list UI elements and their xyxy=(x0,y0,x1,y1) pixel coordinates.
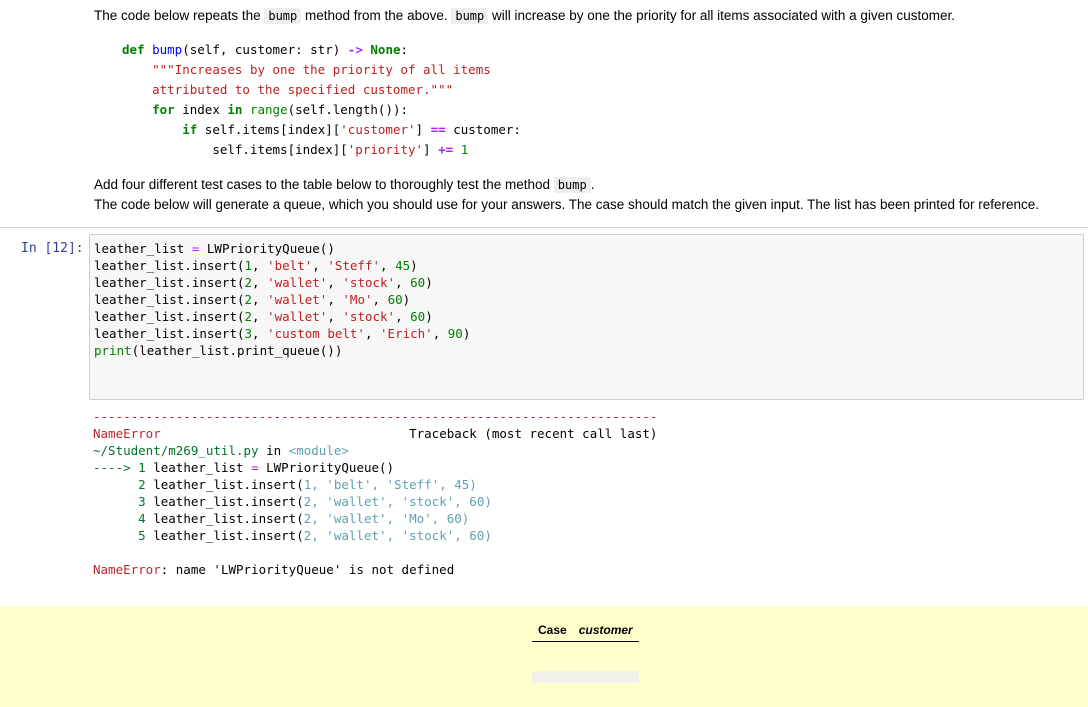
code-input-area[interactable]: leather_list = LWPriorityQueue() leather… xyxy=(89,234,1084,400)
answer-cell[interactable]: Case customer xyxy=(0,606,1088,707)
code-line: leather_list.insert(2, 'wallet', 'stock'… xyxy=(94,275,433,290)
intro-text: method from the above. xyxy=(301,8,452,23)
traceback-label: Traceback (most recent call last) xyxy=(409,426,658,441)
final-error-name: NameError xyxy=(93,562,161,577)
inline-code-bump: bump xyxy=(451,8,489,24)
cell-prompt: In [12]: xyxy=(21,241,84,256)
instructions-paragraph: Add four different test cases to the tab… xyxy=(94,177,595,193)
code-line: leather_list.insert(3, 'custom belt', 'E… xyxy=(94,326,471,341)
code-line: leather_list.insert(2, 'wallet', 'stock'… xyxy=(94,309,433,324)
code-line: leather_list.insert(1, 'belt', 'Steff', … xyxy=(94,258,418,273)
code-editor[interactable]: leather_list = LWPriorityQueue() leather… xyxy=(94,240,470,359)
error-name: NameError xyxy=(93,426,161,441)
test-case-table: Case customer xyxy=(532,623,639,683)
inline-code-bump: bump xyxy=(553,177,591,193)
intro-text: The code below repeats the xyxy=(94,8,265,23)
column-header-case: Case xyxy=(538,623,567,637)
table-row[interactable] xyxy=(532,671,639,683)
code-line: leather_list = LWPriorityQueue() xyxy=(94,241,335,256)
final-error-message: : name 'LWPriorityQueue' is not defined xyxy=(160,562,455,577)
file-path: ~/Student/m269_util.py xyxy=(93,443,259,458)
code-line: leather_list.insert(2, 'wallet', 'Mo', 6… xyxy=(94,292,411,307)
intro-paragraph: The code below repeats the bump method f… xyxy=(94,7,1084,25)
table-header-row: Case customer xyxy=(532,623,639,642)
instructions-paragraph-2: The code below will generate a queue, wh… xyxy=(94,197,1040,212)
module-name: <module> xyxy=(288,443,349,458)
intro-text: will increase by one the priority for al… xyxy=(488,8,955,23)
traceback-arrow: ----> xyxy=(93,460,131,475)
bump-method-code-block: def bump(self, customer: str) -> None: "… xyxy=(122,42,521,157)
inline-code-bump: bump xyxy=(264,8,302,24)
traceback-output: ----------------------------------------… xyxy=(93,409,658,577)
column-header-customer: customer xyxy=(578,623,633,637)
code-line: print(leather_list.print_queue()) xyxy=(94,343,343,358)
cell-separator xyxy=(0,227,1088,228)
traceback-divider: ----------------------------------------… xyxy=(93,409,658,424)
